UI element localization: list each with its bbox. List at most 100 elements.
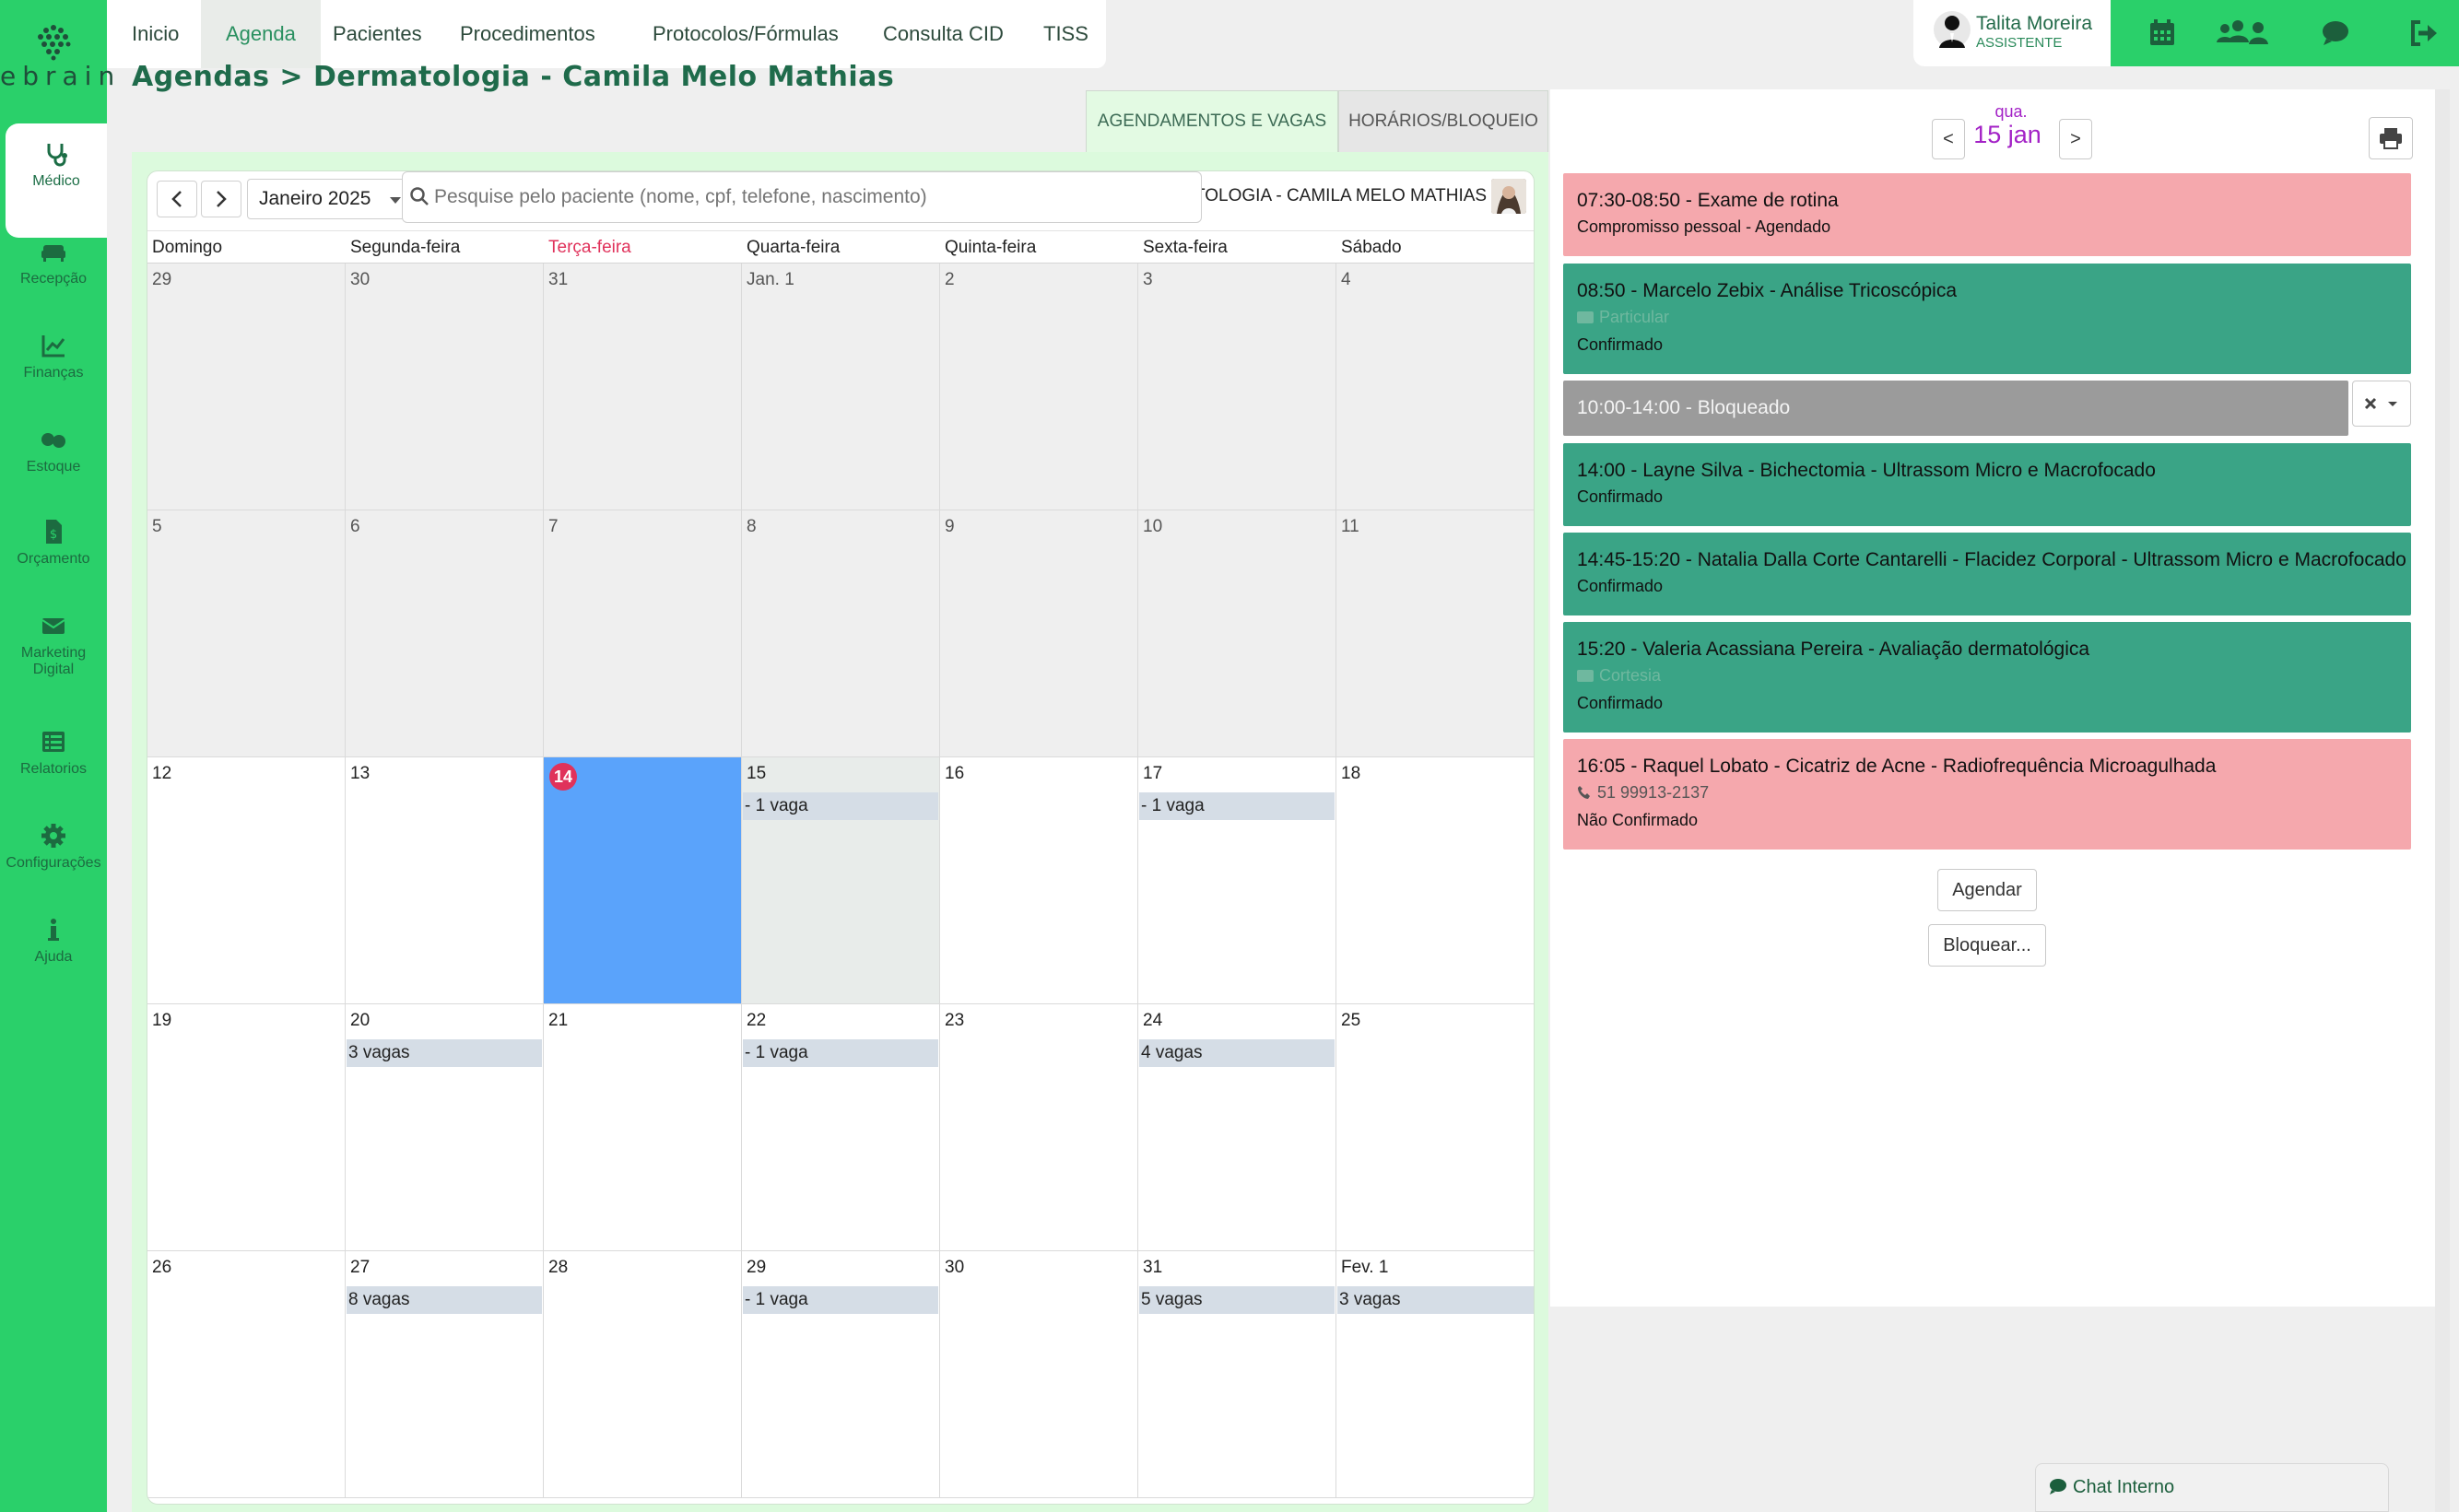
sidebar-item-orcamento[interactable]: $ Orçamento — [0, 518, 107, 568]
calendar-day-cell[interactable]: 28 — [544, 1251, 742, 1498]
calendar-day-cell[interactable]: 27 8 vagas — [346, 1251, 544, 1498]
prev-day-button[interactable]: < — [1932, 119, 1965, 159]
calendar-day-cell[interactable]: 12 — [147, 757, 346, 1004]
vagas-badge[interactable]: 5 vagas — [1139, 1286, 1335, 1314]
appointment-item[interactable]: 14:45-15:20 - Natalia Dalla Corte Cantar… — [1563, 533, 2411, 615]
calendar-icon[interactable] — [2146, 17, 2179, 50]
calendar-day-cell[interactable]: 13 — [346, 757, 544, 1004]
patient-search-input[interactable] — [402, 171, 1202, 223]
day-number: Jan. 1 — [747, 270, 794, 289]
calendar-day-cell[interactable]: 22 - 1 vaga — [742, 1004, 940, 1251]
calendar-day-cell[interactable]: 20 3 vagas — [346, 1004, 544, 1251]
calendar-day-cell[interactable]: 6 — [346, 510, 544, 757]
calendar-day-cell[interactable]: 18 — [1336, 757, 1534, 1004]
calendar-day-cell[interactable]: 11 — [1336, 510, 1534, 757]
nav-inicio[interactable]: Inicio — [107, 0, 204, 68]
calendar-day-cell[interactable]: 10 — [1138, 510, 1336, 757]
chat-icon[interactable] — [2319, 17, 2352, 50]
day-number: 5 — [152, 517, 162, 536]
nav-protocolos[interactable]: Protocolos/Fórmulas — [628, 0, 864, 68]
sidebar-item-medico[interactable]: Médico — [6, 123, 107, 238]
user-avatar-icon — [1934, 11, 1971, 48]
tab-horarios-bloqueio[interactable]: HORÁRIOS/BLOQUEIO — [1338, 90, 1548, 153]
calendar-day-cell[interactable]: 29 — [147, 264, 346, 510]
calendar-day-cell[interactable]: 29 - 1 vaga — [742, 1251, 940, 1498]
nav-tiss[interactable]: TISS — [1018, 0, 1113, 68]
calendar-day-cell[interactable]: 16 — [940, 757, 1138, 1004]
sofa-icon — [41, 245, 65, 262]
calendar-day-cell[interactable]: Jan. 1 — [742, 264, 940, 510]
calendar-day-cell[interactable]: 30 — [940, 1251, 1138, 1498]
nav-consulta-cid[interactable]: Consulta CID — [858, 0, 1029, 68]
calendar-day-cell[interactable]: Fev. 1 3 vagas — [1336, 1251, 1534, 1498]
calendar-day-cell[interactable]: 21 — [544, 1004, 742, 1251]
sidebar-item-financas[interactable]: Finanças — [0, 332, 107, 381]
appointment-item[interactable]: 07:30-08:50 - Exame de rotina Compromiss… — [1563, 173, 2411, 256]
print-button[interactable] — [2369, 117, 2413, 159]
day-number: 10 — [1143, 517, 1163, 536]
calendar-day-cell[interactable]: 4 — [1336, 264, 1534, 510]
sidebar-item-recepcao[interactable]: Recepção — [0, 238, 107, 287]
calendar-day-cell[interactable]: 25 — [1336, 1004, 1534, 1251]
users-group-icon[interactable] — [2214, 17, 2273, 50]
blocked-slot-label: 10:00-14:00 - Bloqueado — [1577, 397, 1791, 418]
calendar-day-cell[interactable]: 26 — [147, 1251, 346, 1498]
calendar-day-cell[interactable]: 24 4 vagas — [1138, 1004, 1336, 1251]
next-month-button[interactable] — [201, 181, 241, 217]
logo[interactable]: ebrain — [0, 0, 114, 101]
sidebar-item-ajuda[interactable]: Ajuda — [0, 916, 107, 966]
vagas-badge[interactable]: - 1 vaga — [743, 1286, 938, 1314]
day-date[interactable]: 15 jan — [1961, 121, 2053, 149]
appointment-title: 14:45-15:20 - Natalia Dalla Corte Cantar… — [1577, 549, 2406, 570]
sidebar-item-relatorios[interactable]: Relatorios — [0, 728, 107, 778]
month-select[interactable]: Janeiro 2025 — [247, 179, 406, 219]
vagas-badge[interactable]: 8 vagas — [347, 1286, 542, 1314]
tab-agendamentos-vagas[interactable]: AGENDAMENTOS E VAGAS — [1086, 90, 1338, 153]
nav-agenda[interactable]: Agenda — [201, 0, 321, 68]
user-menu[interactable]: Talita Moreira ASSISTENTE — [1913, 0, 2111, 66]
vagas-badge[interactable]: - 1 vaga — [1139, 792, 1335, 820]
vagas-badge[interactable]: 3 vagas — [1337, 1286, 1534, 1314]
calendar-day-cell[interactable]: 3 — [1138, 264, 1336, 510]
bloquear-button[interactable]: Bloquear... — [1928, 924, 2046, 967]
vagas-badge[interactable]: 4 vagas — [1139, 1039, 1335, 1067]
calendar-day-cell[interactable]: 8 — [742, 510, 940, 757]
calendar-day-cell[interactable]: 9 — [940, 510, 1138, 757]
appointment-item[interactable]: 14:00 - Layne Silva - Bichectomia - Ultr… — [1563, 443, 2411, 526]
doctor-avatar[interactable] — [1491, 179, 1526, 214]
day-number: 26 — [152, 1258, 172, 1277]
invoice-icon: $ — [46, 520, 62, 544]
vagas-badge[interactable]: 3 vagas — [347, 1039, 542, 1067]
prev-month-button[interactable] — [157, 181, 197, 217]
scrollbar-track[interactable] — [2435, 89, 2450, 1512]
calendar-day-cell[interactable]: 14 — [544, 757, 742, 1004]
appointment-item[interactable]: 08:50 - Marcelo Zebix - Análise Tricoscó… — [1563, 264, 2411, 374]
calendar-day-cell[interactable]: 31 5 vagas — [1138, 1251, 1336, 1498]
sidebar-item-configuracoes[interactable]: Configurações — [0, 822, 107, 872]
calendar-day-cell[interactable]: 23 — [940, 1004, 1138, 1251]
appointment-item[interactable]: 15:20 - Valeria Acassiana Pereira - Aval… — [1563, 622, 2411, 733]
day-number: Fev. 1 — [1341, 1258, 1389, 1277]
calendar-day-cell[interactable]: 7 — [544, 510, 742, 757]
logout-icon[interactable] — [2407, 17, 2441, 50]
nav-pacientes[interactable]: Pacientes — [308, 0, 447, 68]
calendar-day-cell[interactable]: 30 — [346, 264, 544, 510]
agendar-button[interactable]: Agendar — [1937, 869, 2037, 911]
appointment-item[interactable]: 16:05 - Raquel Lobato - Cicatriz de Acne… — [1563, 739, 2411, 850]
blocked-slot[interactable]: 10:00-14:00 - Bloqueado — [1563, 381, 2348, 436]
credit-card-icon — [1577, 670, 1594, 682]
calendar-day-cell[interactable]: 19 — [147, 1004, 346, 1251]
nav-procedimentos[interactable]: Procedimentos — [435, 0, 620, 68]
vagas-badge[interactable]: - 1 vaga — [743, 792, 938, 820]
blocked-slot-actions-button[interactable] — [2352, 381, 2411, 427]
sidebar-item-estoque[interactable]: Estoque — [0, 426, 107, 475]
calendar-day-cell[interactable]: 2 — [940, 264, 1138, 510]
calendar-day-cell[interactable]: 17 - 1 vaga — [1138, 757, 1336, 1004]
calendar-day-cell[interactable]: 31 — [544, 264, 742, 510]
calendar-day-cell[interactable]: 5 — [147, 510, 346, 757]
chat-interno-button[interactable]: Chat Interno — [2035, 1463, 2389, 1512]
next-day-button[interactable]: > — [2059, 119, 2092, 159]
calendar-day-cell[interactable]: 15 - 1 vaga — [742, 757, 940, 1004]
vagas-badge[interactable]: - 1 vaga — [743, 1039, 938, 1067]
sidebar-item-marketing[interactable]: Marketing Digital — [0, 612, 107, 678]
